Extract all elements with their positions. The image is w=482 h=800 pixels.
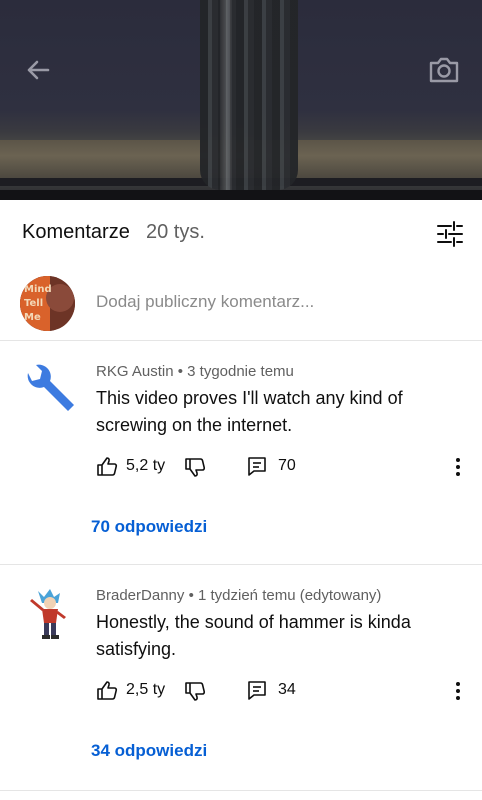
dislike-button[interactable] xyxy=(184,457,206,484)
like-count: 5,2 ty xyxy=(126,457,166,474)
reply-count: 70 xyxy=(278,457,296,474)
comments-title: Komentarze xyxy=(22,221,130,243)
video-screw-object xyxy=(200,0,298,190)
comment-thread: BraderDanny • 1 tydzień temu (edytowany)… xyxy=(0,565,482,790)
arrow-left-icon xyxy=(27,60,50,80)
view-replies-link[interactable]: 70 odpowiedzi xyxy=(91,517,207,537)
comment-avatar[interactable] xyxy=(22,587,76,641)
divider xyxy=(0,790,482,791)
thumb-down-icon xyxy=(185,682,206,701)
svg-text:Mind: Mind xyxy=(24,284,52,295)
comment-author[interactable]: BraderDanny xyxy=(96,587,184,604)
reply-button[interactable]: 34 xyxy=(246,679,296,701)
sort-filter-button[interactable] xyxy=(434,218,466,250)
comment-author[interactable]: RKG Austin xyxy=(96,363,174,380)
camera-icon xyxy=(429,57,459,83)
comment-text: This video proves I'll watch any kind of… xyxy=(96,388,403,435)
wrench-icon xyxy=(27,364,75,411)
thumb-down-icon xyxy=(185,458,206,477)
like-button[interactable]: 2,5 ty xyxy=(96,679,165,701)
reply-comment-icon xyxy=(248,681,266,700)
thumb-up-icon xyxy=(97,457,118,476)
user-avatar: Mind Tell Me xyxy=(20,276,75,331)
video-rail-bottom xyxy=(0,190,482,200)
meta-separator: • xyxy=(188,587,198,604)
comment-text: Honestly, the sound of hammer is kinda s… xyxy=(96,612,411,659)
more-vert-icon xyxy=(456,458,460,476)
video-player[interactable] xyxy=(0,0,482,200)
comment-time: 3 tygodnie temu xyxy=(187,363,294,380)
svg-text:Me: Me xyxy=(24,312,41,323)
comment-meta: RKG Austin • 3 tygodnie temu xyxy=(96,363,294,380)
reply-comment-icon xyxy=(248,457,266,476)
more-options-button[interactable] xyxy=(448,455,468,479)
reply-button[interactable]: 70 xyxy=(246,455,296,477)
view-replies-link[interactable]: 34 odpowiedzi xyxy=(91,741,207,761)
reply-count: 34 xyxy=(278,681,296,698)
more-vert-icon xyxy=(456,682,460,700)
camera-button[interactable] xyxy=(424,50,464,90)
svg-text:Tell: Tell xyxy=(24,298,43,309)
sliders-icon xyxy=(437,221,463,247)
more-options-button[interactable] xyxy=(448,679,468,703)
meta-separator: • xyxy=(177,363,188,380)
comment-thread: RKG Austin • 3 tygodnie temu This video … xyxy=(0,341,482,563)
like-count: 2,5 ty xyxy=(126,681,166,698)
comment-time: 1 tydzień temu (edytowany) xyxy=(197,587,382,604)
back-button[interactable] xyxy=(20,52,56,88)
user-avatar-image: Mind Tell Me xyxy=(20,276,75,331)
comment-meta: BraderDanny • 1 tydzień temu (edytowany) xyxy=(96,587,381,604)
comment-actions: 5,2 ty 70 xyxy=(96,455,476,479)
add-comment-input[interactable]: Dodaj publiczny komentarz... xyxy=(96,292,314,312)
anime-character-avatar xyxy=(30,589,66,639)
comment-avatar[interactable] xyxy=(22,361,76,415)
comments-count: 20 tys. xyxy=(146,221,205,243)
comment-actions: 2,5 ty 34 xyxy=(96,679,476,703)
like-button[interactable]: 5,2 ty xyxy=(96,455,165,477)
dislike-button[interactable] xyxy=(184,681,206,708)
thumb-up-icon xyxy=(97,681,118,700)
